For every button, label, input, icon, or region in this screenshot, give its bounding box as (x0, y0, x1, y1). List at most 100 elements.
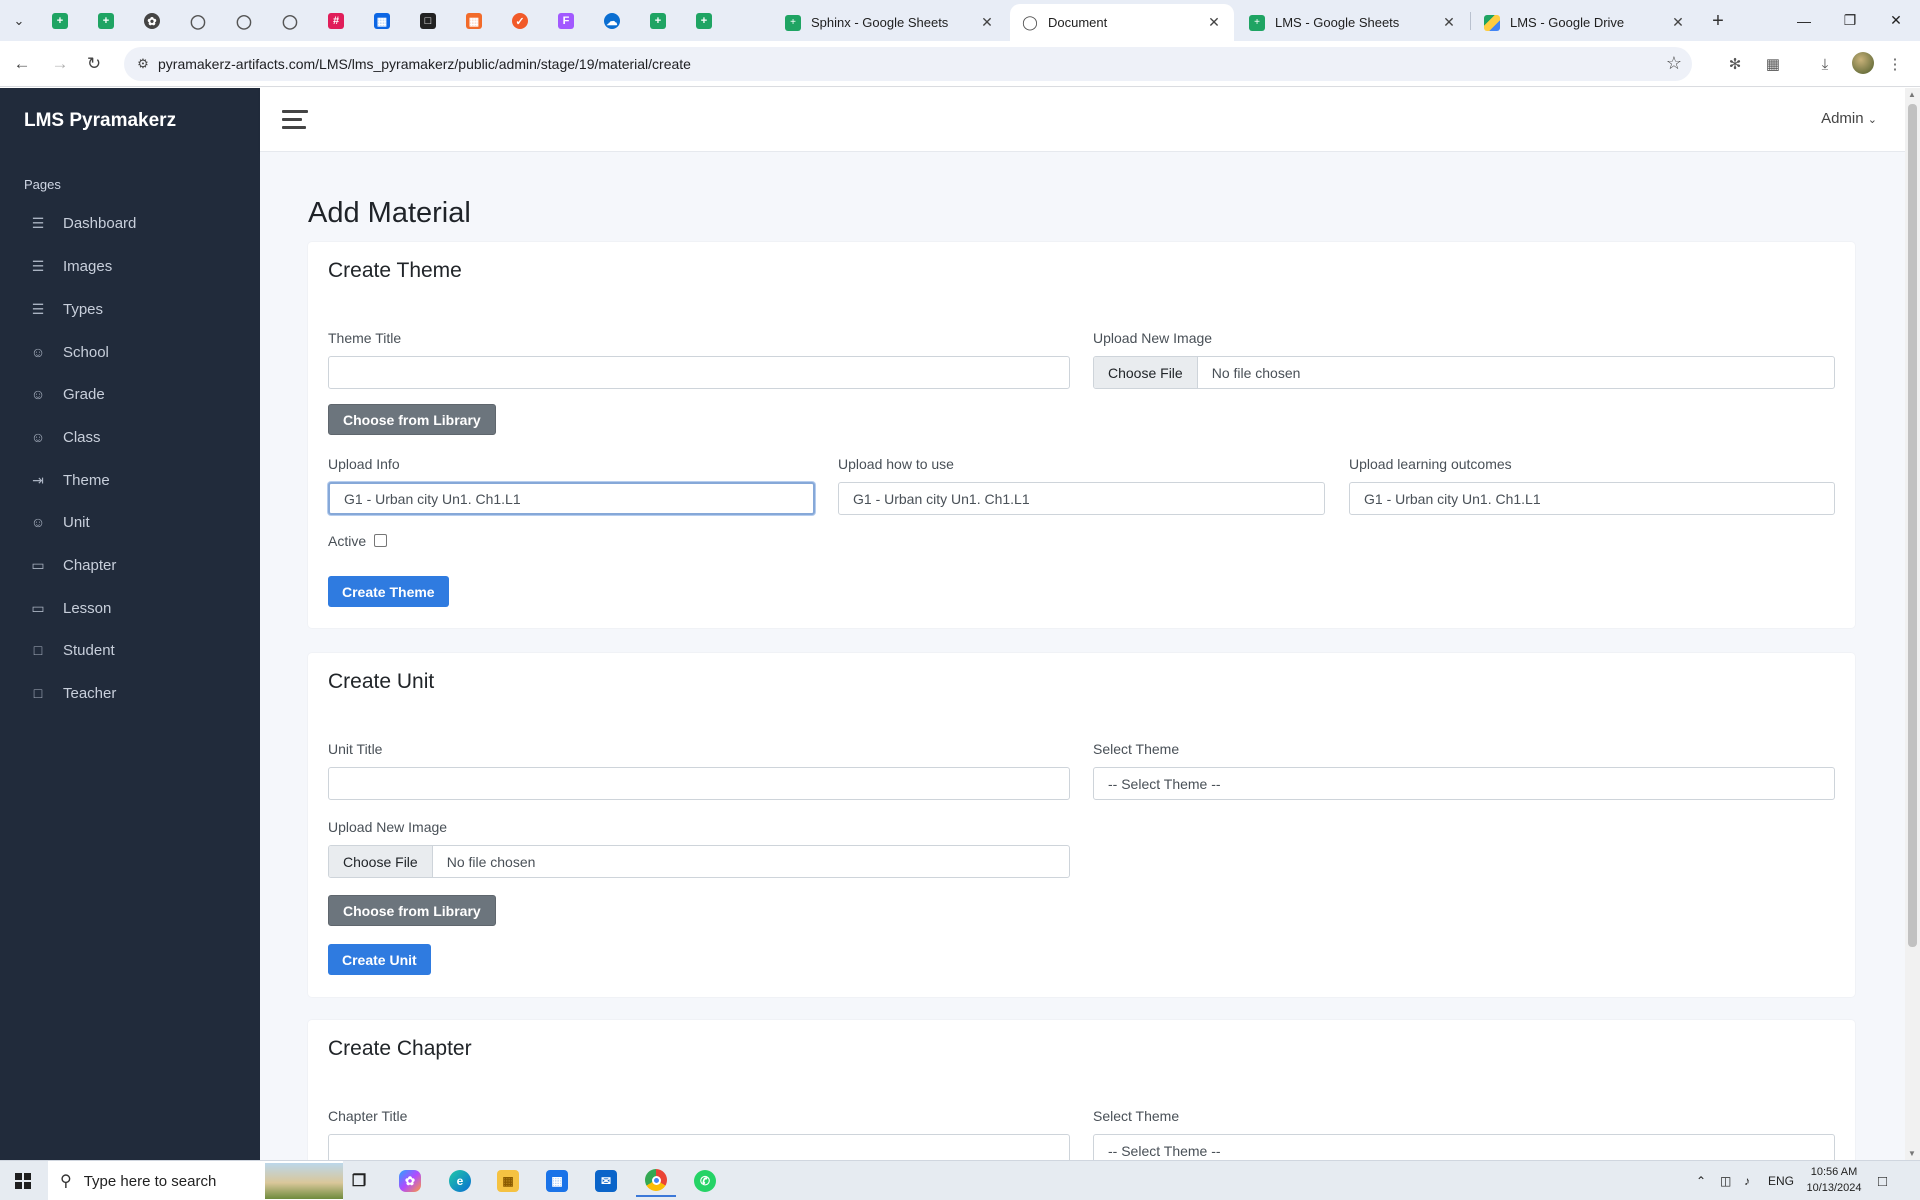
sidebar-item-teacher[interactable]: □ Teacher (0, 672, 260, 714)
unit-title-input[interactable] (328, 767, 1070, 800)
volume-icon[interactable]: ♪ (1744, 1161, 1750, 1200)
download-icon[interactable]: ⤓ (1814, 53, 1836, 75)
sidebar-item-class[interactable]: ☺ Class (0, 416, 260, 458)
tab-lms-sheets[interactable]: + LMS - Google Sheets ✕ (1237, 4, 1469, 41)
user-icon: ☺ (30, 386, 46, 402)
address-bar[interactable]: ⚙ pyramakerz-artifacts.com/LMS/lms_pyram… (124, 47, 1692, 81)
choose-from-library-button[interactable]: Choose from Library (328, 404, 496, 435)
upload-info-input[interactable]: G1 - Urban city Un1. Ch1.L1 (328, 482, 815, 515)
pinned-tab-ai[interactable]: ✿ (132, 8, 172, 34)
pinned-tab-figma[interactable]: F (546, 8, 586, 34)
pinned-tab-trello[interactable]: ▦ (362, 8, 402, 34)
learning-outcomes-input[interactable]: G1 - Urban city Un1. Ch1.L1 (1349, 482, 1835, 515)
whatsapp-icon[interactable]: ✆ (685, 1165, 725, 1197)
profile-avatar[interactable] (1852, 52, 1874, 74)
extension-bug-icon[interactable]: ✻ (1724, 53, 1746, 75)
globe-icon: ◯ (1022, 14, 1038, 30)
chrome-icon[interactable] (636, 1165, 676, 1197)
mail-icon[interactable]: ✉ (586, 1165, 626, 1197)
create-unit-button[interactable]: Create Unit (328, 944, 431, 975)
close-icon[interactable]: ✕ (1441, 14, 1457, 31)
sidebar-item-chapter[interactable]: ▭ Chapter (0, 544, 260, 586)
create-theme-button[interactable]: Create Theme (328, 576, 449, 607)
sidebar-item-lesson[interactable]: ▭ Lesson (0, 587, 260, 629)
file-explorer-icon[interactable]: ▦ (488, 1165, 528, 1197)
tab-sphinx[interactable]: + Sphinx - Google Sheets ✕ (773, 4, 1007, 41)
sidebar-item-grade[interactable]: ☺ Grade (0, 373, 260, 415)
chapter-select-theme-dropdown[interactable]: -- Select Theme -- (1093, 1134, 1835, 1160)
pinned-tab-globe-3[interactable]: ◯ (270, 8, 310, 34)
choose-file-button[interactable]: Choose File (1094, 357, 1198, 388)
sidebar-item-types[interactable]: ☰ Types (0, 288, 260, 330)
back-icon[interactable]: ← (8, 50, 36, 78)
notifications-icon[interactable]: □ (1878, 1161, 1887, 1200)
pinned-tab-sheets-4[interactable]: + (684, 8, 724, 34)
brand-logo-text[interactable]: LMS Pyramakerz (24, 110, 176, 132)
active-checkbox[interactable] (374, 534, 387, 547)
close-icon[interactable]: ✕ (979, 14, 995, 31)
tab-search-dropdown-icon[interactable]: ⌄ (6, 8, 32, 34)
sidebar-item-school[interactable]: ☺ School (0, 331, 260, 373)
create-chapter-card: Create Chapter Chapter Title Select Them… (308, 1020, 1855, 1160)
admin-user-menu[interactable]: Admin ⌄ (1821, 110, 1877, 127)
square-icon: □ (33, 685, 43, 701)
page-scrollbar[interactable]: ▲ ▼ (1905, 88, 1920, 1160)
task-view-icon[interactable]: ❐ (339, 1165, 379, 1197)
minimize-icon[interactable]: — (1781, 0, 1827, 41)
sidebar-item-student[interactable]: □ Student (0, 629, 260, 671)
user-icon: ☺ (30, 344, 46, 360)
tab-document[interactable]: ◯ Document ✕ (1010, 4, 1234, 41)
pinned-tab-globe-2[interactable]: ◯ (224, 8, 264, 34)
choose-file-button[interactable]: Choose File (329, 846, 433, 877)
sidebar-item-label: School (63, 343, 109, 361)
taskbar-search-box[interactable]: ⚲ Type here to search (48, 1161, 343, 1200)
tray-chevron-up-icon[interactable]: ⌃ (1696, 1161, 1706, 1200)
scrollbar-thumb[interactable] (1908, 104, 1917, 947)
restore-icon[interactable]: ❐ (1827, 0, 1873, 41)
hamburger-menu-icon[interactable] (282, 110, 308, 130)
sidebar-item-dashboard[interactable]: ☰ Dashboard (0, 202, 260, 244)
scroll-down-icon[interactable]: ▼ (1908, 1149, 1916, 1158)
pinned-tab-globe[interactable]: ◯ (178, 8, 218, 34)
microsoft-store-icon[interactable]: ▦ (537, 1165, 577, 1197)
edge-icon[interactable]: e (440, 1165, 480, 1197)
search-highlight-image (265, 1163, 343, 1199)
unit-choose-from-library-button[interactable]: Choose from Library (328, 895, 496, 926)
pinned-tab-sheets-2[interactable]: + (86, 8, 126, 34)
sidebar-item-unit[interactable]: ☺ Unit (0, 501, 260, 543)
network-icon[interactable]: ◫ (1720, 1161, 1731, 1200)
forward-icon[interactable]: → (46, 50, 74, 78)
window-close-icon[interactable]: ✕ (1873, 0, 1919, 41)
unit-image-file-input[interactable]: Choose File No file chosen (328, 845, 1070, 878)
taskbar-clock[interactable]: 10:56 AM 10/13/2024 (1800, 1164, 1868, 1196)
extensions-puzzle-icon[interactable]: ▦ (1762, 53, 1784, 75)
new-tab-icon[interactable]: + (1704, 8, 1732, 34)
pinned-tab-bookmark[interactable]: □ (408, 8, 448, 34)
theme-title-input[interactable] (328, 356, 1070, 389)
bookmark-star-icon[interactable]: ☆ (1666, 53, 1682, 74)
url-text[interactable]: pyramakerz-artifacts.com/LMS/lms_pyramak… (158, 56, 691, 72)
windows-start-button[interactable] (0, 1161, 46, 1200)
how-to-use-input[interactable]: G1 - Urban city Un1. Ch1.L1 (838, 482, 1325, 515)
scroll-up-icon[interactable]: ▲ (1908, 90, 1916, 99)
menu-kebab-icon[interactable]: ⋮ (1884, 53, 1906, 75)
close-icon[interactable]: ✕ (1670, 14, 1686, 31)
select-theme-dropdown[interactable]: -- Select Theme -- (1093, 767, 1835, 800)
tab-lms-drive[interactable]: LMS - Google Drive ✕ (1472, 4, 1698, 41)
pinned-tab-orange[interactable]: ▦ (454, 8, 494, 34)
close-icon[interactable]: ✕ (1206, 14, 1222, 31)
pinned-tab-slack[interactable]: # (316, 8, 356, 34)
sidebar-item-theme[interactable]: ⇥ Theme (0, 459, 260, 501)
theme-image-file-input[interactable]: Choose File No file chosen (1093, 356, 1835, 389)
chapter-title-input[interactable] (328, 1134, 1070, 1160)
pinned-tab-sheets-3[interactable]: + (638, 8, 678, 34)
sidebar-item-images[interactable]: ☰ Images (0, 245, 260, 287)
reload-icon[interactable]: ↻ (80, 50, 108, 78)
site-info-icon[interactable]: ⚙ (132, 53, 154, 75)
language-indicator[interactable]: ENG (1768, 1161, 1794, 1200)
sheets-icon: + (52, 13, 68, 29)
copilot-icon[interactable]: ✿ (390, 1165, 430, 1197)
pinned-tab-sheets[interactable]: + (40, 8, 80, 34)
pinned-tab-orange-2[interactable]: ✓ (500, 8, 540, 34)
pinned-tab-onedrive[interactable]: ☁ (592, 8, 632, 34)
